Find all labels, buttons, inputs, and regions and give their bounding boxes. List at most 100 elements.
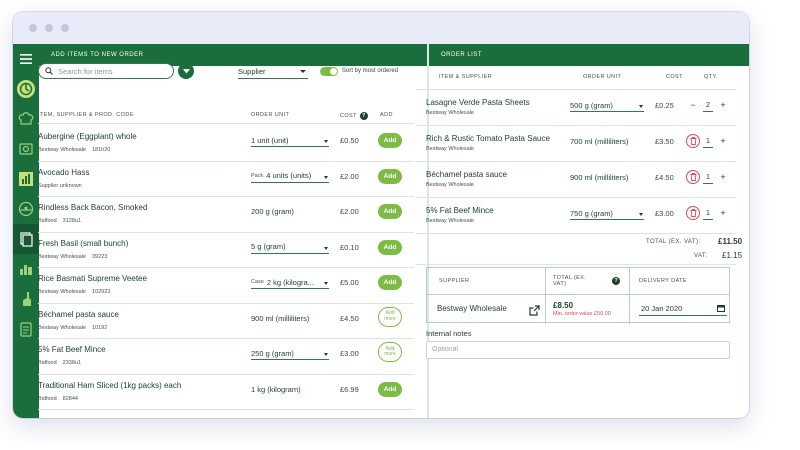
clipboard-icon[interactable] [13, 314, 39, 344]
supplier-filter-select[interactable]: Supplier [238, 65, 308, 79]
menu-icon[interactable] [13, 44, 39, 74]
add-button[interactable]: Add [378, 168, 402, 184]
item-meta: Bestway Wholesale 181h20 [38, 147, 110, 153]
order-unit-select[interactable]: 5 g (gram) [251, 241, 329, 254]
product-code: 102923 [92, 289, 111, 295]
item-name: Rice Basmati Supreme Veetee [38, 274, 147, 283]
add-more-button[interactable]: Add more [378, 342, 402, 362]
search-icon [45, 67, 53, 75]
col-head-supplier: SUPPLIER [439, 278, 470, 284]
internal-notes-label: Internal notes [426, 329, 472, 338]
unit-value: 900 ml (milliliters) [570, 173, 629, 182]
col-head-total-label: TOTAL (EX. VAT) [553, 274, 587, 288]
logo-icon[interactable] [13, 74, 39, 104]
unit-value: 2 kg (kilogra... [266, 277, 314, 287]
divider [427, 294, 729, 295]
increase-qty-button[interactable]: + [718, 171, 728, 183]
qty-input[interactable]: 1 [703, 135, 713, 148]
chevron-down-icon [639, 105, 643, 108]
unit-value: 750 g (gram) [570, 208, 613, 218]
add-more-button[interactable]: Add more [378, 306, 402, 327]
order-row: Rich & Rustic Tomato Pasta Sauce Bestway … [416, 126, 736, 162]
qty-input[interactable]: 1 [703, 207, 713, 220]
divider [416, 264, 736, 265]
supplier-name: Bestway Wholesale [38, 253, 86, 260]
order-item-cost: £4.50 [655, 173, 674, 182]
order-item-supplier: Bestway Wholesale [426, 218, 474, 224]
order-unit-select[interactable]: 1 unit (unit) [251, 134, 329, 147]
unit-value: 5 g (gram) [251, 242, 286, 251]
search-dropdown-button[interactable] [178, 63, 194, 79]
order-item-name: Rich & Rustic Tomato Pasta Sauce [426, 134, 550, 143]
order-unit-select[interactable]: Pack 4 units (units) [251, 170, 329, 183]
cleaning-icon[interactable] [13, 284, 39, 314]
supplier-name: Bestway Wholesale [38, 289, 86, 295]
unit-value: 500 g (gram) [570, 100, 613, 110]
item-cost: £0.50 [340, 136, 359, 145]
sort-toggle[interactable] [320, 67, 338, 76]
window-dot [29, 24, 37, 32]
item-name: Avocado Hass [38, 167, 90, 177]
inventory-icon[interactable] [13, 254, 39, 284]
chef-hat-icon[interactable] [13, 104, 39, 134]
order-unit-select: 1 kg (kilogram) [251, 383, 329, 396]
order-unit-select[interactable]: 250 g (gram) [251, 347, 329, 360]
product-code: 181h20 [92, 147, 111, 153]
item-meta: Supplier unknown [38, 183, 82, 189]
search-input[interactable] [58, 66, 158, 76]
order-item-cost: £3.50 [655, 137, 674, 146]
item-cost: £5.00 [340, 278, 359, 287]
trash-icon[interactable] [686, 170, 700, 184]
qty-input[interactable]: 2 [703, 99, 713, 112]
orders-icon[interactable] [13, 224, 39, 254]
order-unit-select[interactable]: 750 g (gram) [570, 207, 644, 220]
supplier-name: Bestway Wholesale [38, 324, 86, 331]
reports-icon[interactable] [13, 164, 39, 194]
title-bar [13, 12, 749, 44]
unit-value: 250 g (gram) [251, 348, 294, 358]
trash-icon[interactable] [686, 134, 700, 148]
supplier-name: Bestway Wholesale [38, 147, 86, 153]
unit-value: 1 unit (unit) [251, 135, 289, 145]
col-head-delivery: DELIVERY DATE [639, 278, 687, 284]
order-unit-select: 900 ml (milliliters) [570, 171, 644, 184]
order-unit-select[interactable]: 500 g (gram) [570, 99, 644, 112]
product-code: 10192 [92, 324, 108, 331]
supplier-name: Bestway Wholesale [437, 304, 507, 313]
item-name: Fresh Basil (small bunch) [38, 238, 129, 248]
supplier-name: Bidfood [38, 218, 57, 224]
order-item-supplier: Bestway Wholesale [426, 110, 474, 116]
supplier-name: Bidfood [38, 360, 57, 366]
list-item: Aubergine (Eggplant) whole Bestway Wholes… [38, 126, 414, 162]
qty-input[interactable]: 1 [703, 171, 713, 184]
supplier-name: Supplier unknown [38, 182, 82, 189]
col-head-order-unit: ORDER UNIT [583, 74, 622, 80]
supplier-name: Bidfood [38, 395, 57, 402]
add-button[interactable]: Add [378, 239, 402, 255]
col-head-cost: COST [666, 74, 683, 80]
add-button[interactable]: Add [378, 275, 402, 290]
register-icon[interactable] [13, 134, 39, 164]
item-meta: Bidfood 2338u1 [38, 360, 81, 366]
dashboard-icon[interactable] [13, 194, 39, 224]
add-button[interactable]: Add [378, 133, 402, 148]
supplier-summary-table: SUPPLIER TOTAL (EX. VAT) ? DELIVERY DATE… [426, 267, 730, 324]
increase-qty-button[interactable]: + [718, 207, 728, 219]
increase-qty-button[interactable]: + [718, 135, 728, 147]
chevron-down-icon [324, 140, 328, 143]
search-field[interactable] [38, 63, 174, 79]
col-head-item-supplier: ITEM & SUPPLIER [439, 74, 493, 80]
internal-notes-input[interactable] [426, 341, 730, 359]
delivery-date-input[interactable]: 20 Jan 2020 [639, 302, 727, 316]
order-unit-select[interactable]: Case 2 kg (kilogra... [251, 276, 329, 289]
external-link-icon[interactable] [529, 303, 540, 321]
increase-qty-button[interactable]: + [718, 99, 728, 111]
calendar-icon[interactable] [717, 304, 725, 312]
add-button[interactable]: Add [378, 204, 402, 219]
add-button[interactable]: Add [378, 381, 402, 397]
info-icon[interactable]: ? [359, 112, 368, 120]
decrease-qty-button[interactable]: − [688, 99, 698, 111]
delivery-date-value: 20 Jan 2020 [641, 304, 683, 313]
info-icon[interactable]: ? [612, 277, 620, 285]
trash-icon[interactable] [686, 206, 700, 220]
